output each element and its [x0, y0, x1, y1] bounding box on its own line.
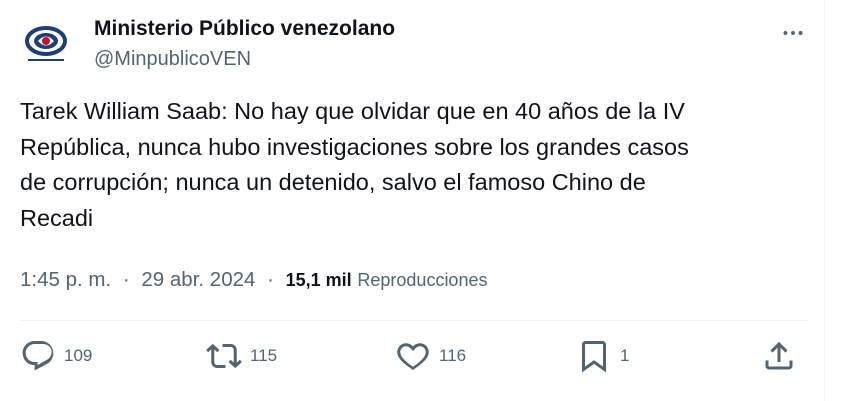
ministerio-publico-logo-icon	[25, 26, 67, 61]
bookmark-button[interactable]: 1	[576, 336, 629, 376]
like-button[interactable]: 116	[395, 336, 466, 376]
reply-icon	[22, 341, 54, 371]
actions-divider	[20, 320, 808, 321]
tweet-time: 1:45 p. m.	[20, 268, 112, 291]
heart-icon	[397, 343, 429, 370]
views-label: Reproducciones	[357, 270, 488, 290]
more-icon	[783, 31, 803, 35]
bookmark-icon	[582, 341, 606, 373]
author-display-name[interactable]: Ministerio Público venezolano	[94, 16, 395, 42]
column-border	[824, 0, 825, 401]
separator-dot: ·	[122, 268, 130, 291]
share-button[interactable]	[761, 336, 797, 376]
avatar[interactable]	[20, 18, 72, 70]
author-handle[interactable]: @MinpublicoVEN	[94, 46, 395, 72]
tweet-metadata: 1:45 p. m. · 29 abr. 2024 · 15,1 mil Rep…	[20, 265, 487, 295]
reply-button[interactable]: 109	[20, 336, 92, 376]
share-icon	[765, 341, 793, 370]
tweet-text: Tarek William Saab: No hay que olvidar q…	[20, 98, 689, 231]
tweet-timestamp-link[interactable]: 1:45 p. m. · 29 abr. 2024	[20, 268, 261, 291]
retweet-icon	[206, 343, 242, 369]
views-count: 15,1 mil	[285, 270, 352, 290]
action-bar: 109 115 116 1	[20, 336, 810, 376]
retweet-button[interactable]: 115	[206, 336, 277, 376]
tweet-date: 29 abr. 2024	[141, 268, 256, 291]
author-names: Ministerio Público venezolano @Minpublic…	[94, 16, 395, 72]
more-options-button[interactable]	[776, 16, 810, 50]
like-count: 116	[439, 346, 467, 365]
retweet-count: 115	[250, 346, 278, 365]
separator-dot: ·	[267, 268, 274, 291]
bookmark-count: 1	[620, 346, 630, 365]
reply-count: 109	[64, 346, 93, 365]
tweet-header: Ministerio Público venezolano @Minpublic…	[20, 14, 810, 74]
